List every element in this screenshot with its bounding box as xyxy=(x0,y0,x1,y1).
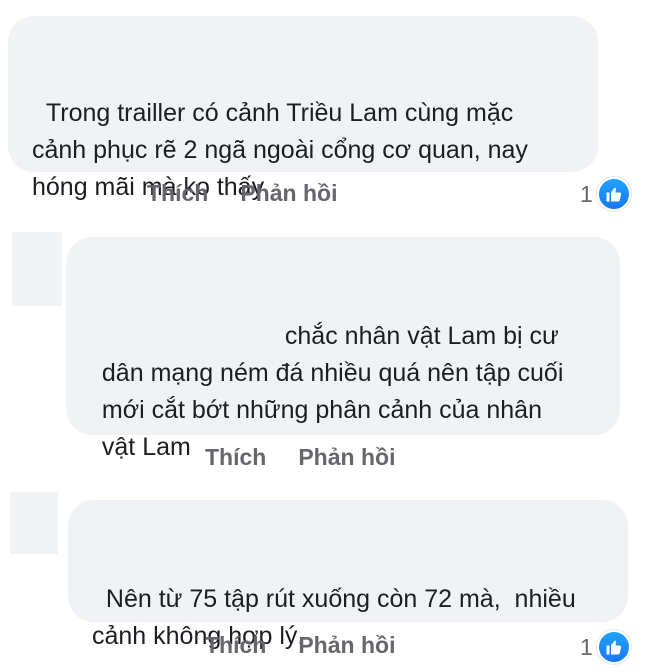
avatar[interactable] xyxy=(10,492,58,554)
reaction-count-1[interactable]: 1 xyxy=(580,177,631,211)
like-link[interactable]: Thích xyxy=(205,632,266,659)
comment-bubble-3: Nên từ 75 tập rút xuống còn 72 mà, nhiều… xyxy=(68,500,628,650)
like-link[interactable]: Thích xyxy=(147,180,208,207)
reply-link[interactable]: Phản hồi xyxy=(240,180,337,207)
avatar[interactable] xyxy=(12,232,62,306)
reply-link[interactable]: Phản hồi xyxy=(298,444,395,471)
reaction-number: 1 xyxy=(580,180,593,207)
like-link[interactable]: Thích xyxy=(205,444,266,471)
thumbs-up-icon xyxy=(596,630,631,664)
comment-actions-2: Thích Phản hồi xyxy=(205,444,395,471)
comment-actions-3: Thích Phản hồi xyxy=(205,632,395,659)
thumbs-up-icon xyxy=(596,177,631,211)
comment-bubble-1: Trong trailler có cảnh Triều Lam cùng mặ… xyxy=(8,16,598,201)
reply-link[interactable]: Phản hồi xyxy=(298,632,395,659)
reaction-number: 1 xyxy=(580,633,593,660)
reaction-count-3[interactable]: 1 xyxy=(580,630,631,664)
comment-bubble-2: chắc nhân vật Lam bị cư dân mạng ném đá … xyxy=(66,237,620,461)
comment-actions-1: Thích Phản hồi xyxy=(147,180,337,207)
